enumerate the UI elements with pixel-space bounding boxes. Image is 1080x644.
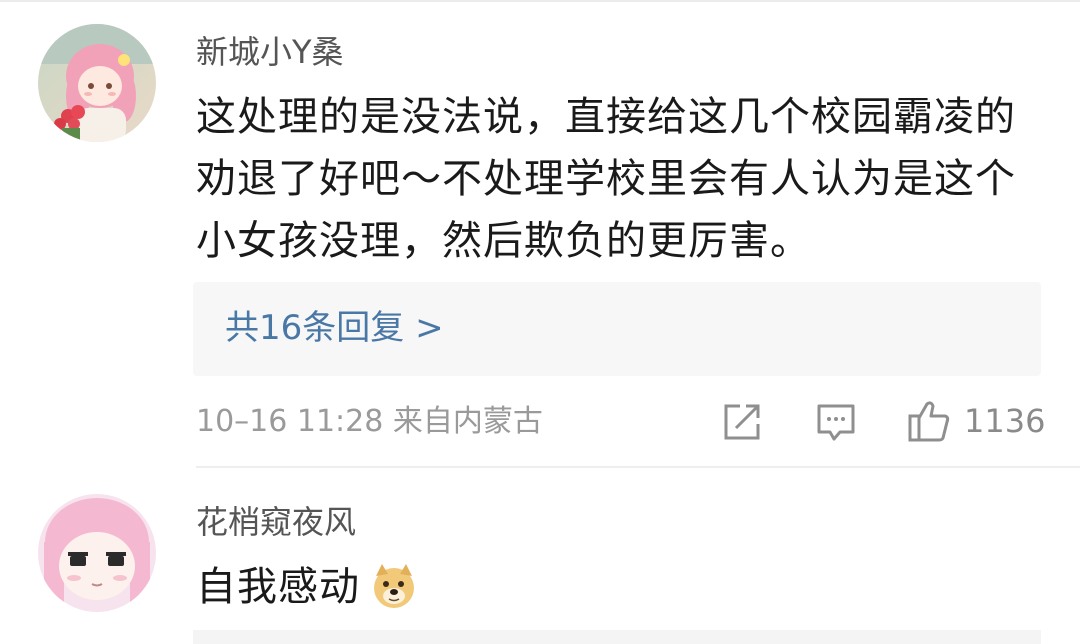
comment-text-line: 劝退了好吧～不处理学校里会有人认为是这个 [196,156,1016,202]
reply-button[interactable] [814,400,858,444]
comment-text-line: 小女孩没理，然后欺负的更厉害。 [196,218,811,264]
replies-box[interactable]: 共16条回复 > [193,282,1041,376]
comment-divider [196,466,1080,468]
share-icon [724,404,760,440]
like-count: 1136 [964,402,1046,440]
top-divider [0,0,1080,2]
comment-icon [817,404,855,441]
replies-box [193,630,1041,644]
like-button[interactable]: 1136 [906,398,1045,444]
comment-username[interactable]: 花梢窥夜风 [196,502,356,542]
view-replies-link[interactable]: 共16条回复 > [225,306,444,350]
comment-meta: 10–16 11:28 来自内蒙古 [196,404,543,439]
avatar[interactable] [38,494,156,612]
comment-username[interactable]: 新城小Y桑 [196,32,344,72]
doge-emoji-icon [370,562,418,628]
comment-text: 自我感动 [196,556,1056,628]
comment-text-line: 自我感动 [196,564,360,610]
thumbs-up-icon [908,401,950,442]
comment-text-line: 这处理的是没法说，直接给这几个校园霸凌的 [196,94,1016,140]
comment-text: 这处理的是没法说，直接给这几个校园霸凌的 劝退了好吧～不处理学校里会有人认为是这… [196,86,1056,272]
share-button[interactable] [720,400,764,444]
avatar[interactable] [38,24,156,142]
